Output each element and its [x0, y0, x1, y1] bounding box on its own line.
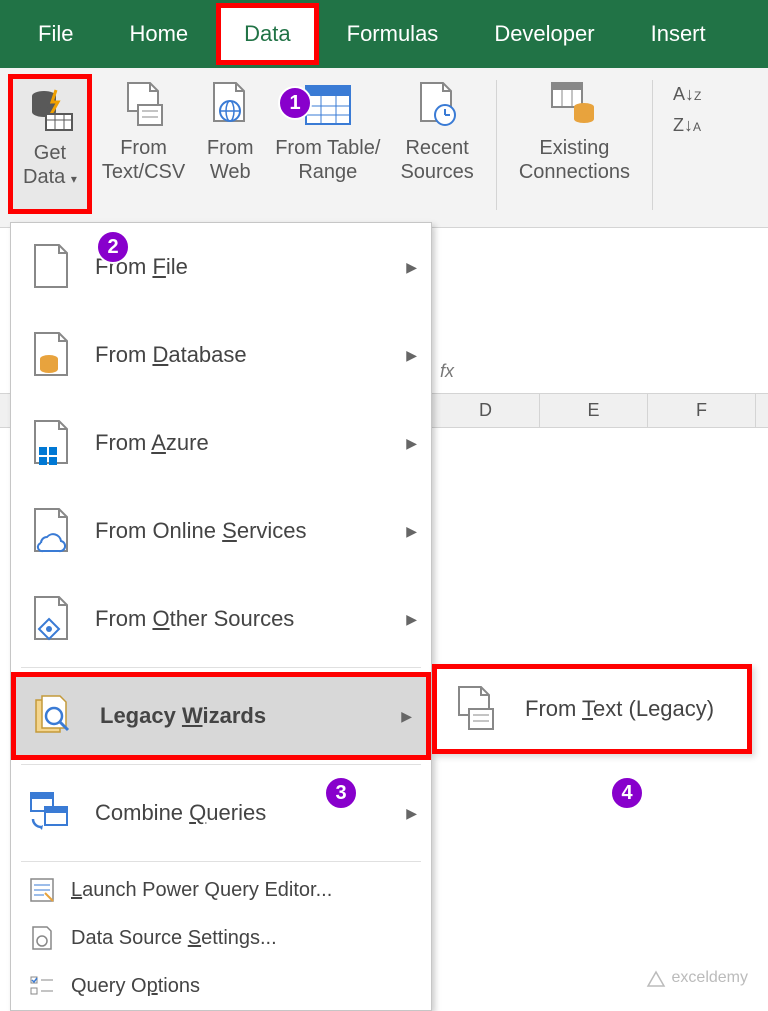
existing-connections-button[interactable]: Existing Connections [509, 74, 640, 214]
settings-file-icon [27, 923, 57, 953]
chevron-right-icon: ▶ [406, 435, 417, 452]
document-clock-icon [412, 80, 462, 130]
chevron-right-icon: ▶ [406, 347, 417, 364]
file-cloud-icon [27, 507, 75, 555]
database-table-icon [549, 80, 599, 130]
menu-launch-power-query[interactable]: Launch Power Query Editor... [11, 866, 431, 914]
tab-insert[interactable]: Insert [623, 3, 734, 65]
sort-az-button[interactable]: A↓Z [673, 84, 701, 105]
callout-4: 4 [610, 776, 644, 810]
document-globe-icon [205, 80, 255, 130]
from-text-csv-button[interactable]: From Text/CSV [92, 74, 195, 214]
checklist-icon [27, 971, 57, 1001]
col-d[interactable]: D [432, 394, 540, 427]
files-magnify-icon [32, 692, 80, 740]
menu-separator [21, 764, 421, 765]
col-e[interactable]: E [540, 394, 648, 427]
get-data-label: Get Data ▾ [23, 141, 77, 189]
menu-separator [21, 667, 421, 668]
menu-data-source-settings[interactable]: Data Source Settings... [11, 914, 431, 962]
menu-from-database[interactable]: From Database ▶ [11, 311, 431, 399]
get-data-button[interactable]: Get Data ▾ [8, 74, 92, 214]
file-diamond-icon [27, 595, 75, 643]
chevron-right-icon: ▶ [406, 805, 417, 822]
submenu-from-text-legacy[interactable]: From Text (Legacy) [432, 664, 752, 754]
menu-from-file[interactable]: From File ▶ [11, 223, 431, 311]
tables-merge-icon [27, 789, 75, 837]
logo-icon [646, 968, 666, 988]
existing-connections-label: Existing Connections [519, 136, 630, 184]
recent-sources-label: Recent Sources [400, 136, 473, 184]
sort-za-button[interactable]: Z↓A [673, 115, 701, 136]
menu-separator [21, 861, 421, 862]
tab-data[interactable]: Data [216, 3, 318, 65]
menu-from-azure[interactable]: From Azure ▶ [11, 399, 431, 487]
tab-formulas[interactable]: Formulas [319, 3, 467, 65]
ribbon-separator [496, 80, 497, 210]
tab-home[interactable]: Home [101, 3, 216, 65]
chevron-right-icon: ▶ [406, 611, 417, 628]
recent-sources-button[interactable]: Recent Sources [390, 74, 483, 214]
menu-from-other-sources[interactable]: From Other Sources ▶ [11, 575, 431, 663]
callout-1: 1 [278, 86, 312, 120]
document-icon [119, 80, 169, 130]
menu-combine-queries[interactable]: Combine Queries ▶ [11, 769, 431, 857]
file-azure-icon [27, 419, 75, 467]
col-f[interactable]: F [648, 394, 756, 427]
ribbon-separator [652, 80, 653, 210]
from-web-label: From Web [207, 136, 254, 184]
chevron-right-icon: ▶ [406, 523, 417, 540]
callout-3: 3 [324, 776, 358, 810]
menu-query-options[interactable]: Query Options [11, 962, 431, 1010]
from-web-button[interactable]: From Web [195, 74, 265, 214]
get-data-menu: From File ▶ From Database ▶ From Azure ▶… [10, 222, 432, 1011]
database-lightning-icon [25, 85, 75, 135]
editor-icon [27, 875, 57, 905]
document-stack-icon [453, 685, 501, 733]
from-text-csv-label: From Text/CSV [102, 136, 185, 184]
tab-developer[interactable]: Developer [466, 3, 622, 65]
fx-label: fx [440, 361, 454, 382]
ribbon-tabs: File Home Data Formulas Developer Insert [0, 0, 768, 68]
callout-2: 2 [96, 230, 130, 264]
chevron-right-icon: ▶ [406, 259, 417, 276]
sort-buttons: A↓Z Z↓A [673, 74, 701, 136]
from-table-range-label: From Table/ Range [275, 136, 380, 184]
ribbon: Get Data ▾ From Text/CSV From Web From T… [0, 68, 768, 228]
watermark: exceldemy [646, 968, 748, 988]
chevron-right-icon: ▶ [401, 708, 412, 725]
menu-legacy-wizards[interactable]: Legacy Wizards ▶ [11, 672, 431, 760]
menu-from-online-services[interactable]: From Online Services ▶ [11, 487, 431, 575]
file-icon [27, 243, 75, 291]
tab-file[interactable]: File [10, 3, 101, 65]
file-database-icon [27, 331, 75, 379]
